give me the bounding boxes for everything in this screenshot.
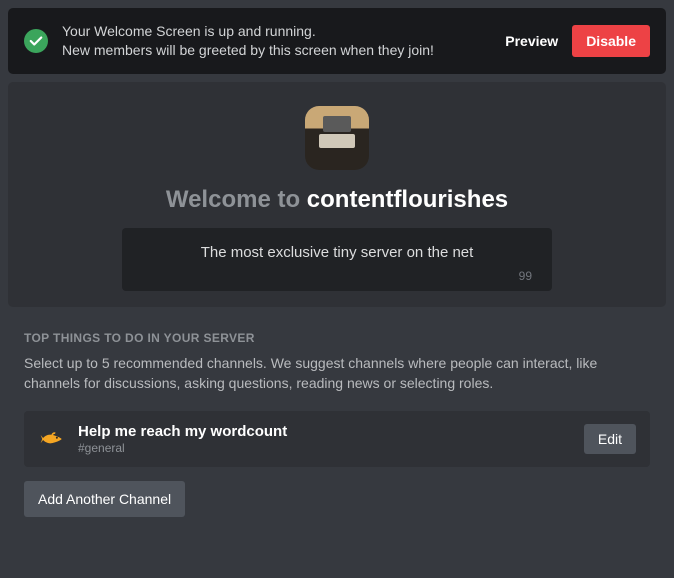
server-icon: [305, 106, 369, 170]
notice-text: Your Welcome Screen is up and running. N…: [62, 22, 491, 60]
add-another-channel-button[interactable]: Add Another Channel: [24, 481, 185, 517]
edit-button[interactable]: Edit: [584, 424, 636, 454]
status-notice: Your Welcome Screen is up and running. N…: [8, 8, 666, 74]
welcome-preview-panel: Welcome to contentflourishes The most ex…: [8, 82, 666, 307]
notice-line2: New members will be greeted by this scre…: [62, 41, 491, 60]
char-count: 99: [142, 269, 532, 283]
section-description: Select up to 5 recommended channels. We …: [24, 353, 650, 394]
channel-name: #general: [78, 441, 572, 455]
description-text: The most exclusive tiny server on the ne…: [142, 244, 532, 261]
channel-title: Help me reach my wordcount: [78, 423, 572, 440]
fish-icon: [38, 425, 66, 453]
disable-button[interactable]: Disable: [572, 25, 650, 57]
check-success-icon: [24, 29, 48, 53]
description-input[interactable]: The most exclusive tiny server on the ne…: [122, 228, 552, 291]
server-name: contentflourishes: [307, 186, 508, 213]
welcome-title: Welcome to contentflourishes: [24, 186, 650, 214]
preview-button[interactable]: Preview: [505, 33, 558, 49]
section-heading: TOP THINGS TO DO IN YOUR SERVER: [24, 331, 650, 345]
channel-row: Help me reach my wordcount #general Edit: [24, 411, 650, 467]
welcome-prefix: Welcome to: [166, 186, 307, 213]
notice-line1: Your Welcome Screen is up and running.: [62, 22, 491, 41]
